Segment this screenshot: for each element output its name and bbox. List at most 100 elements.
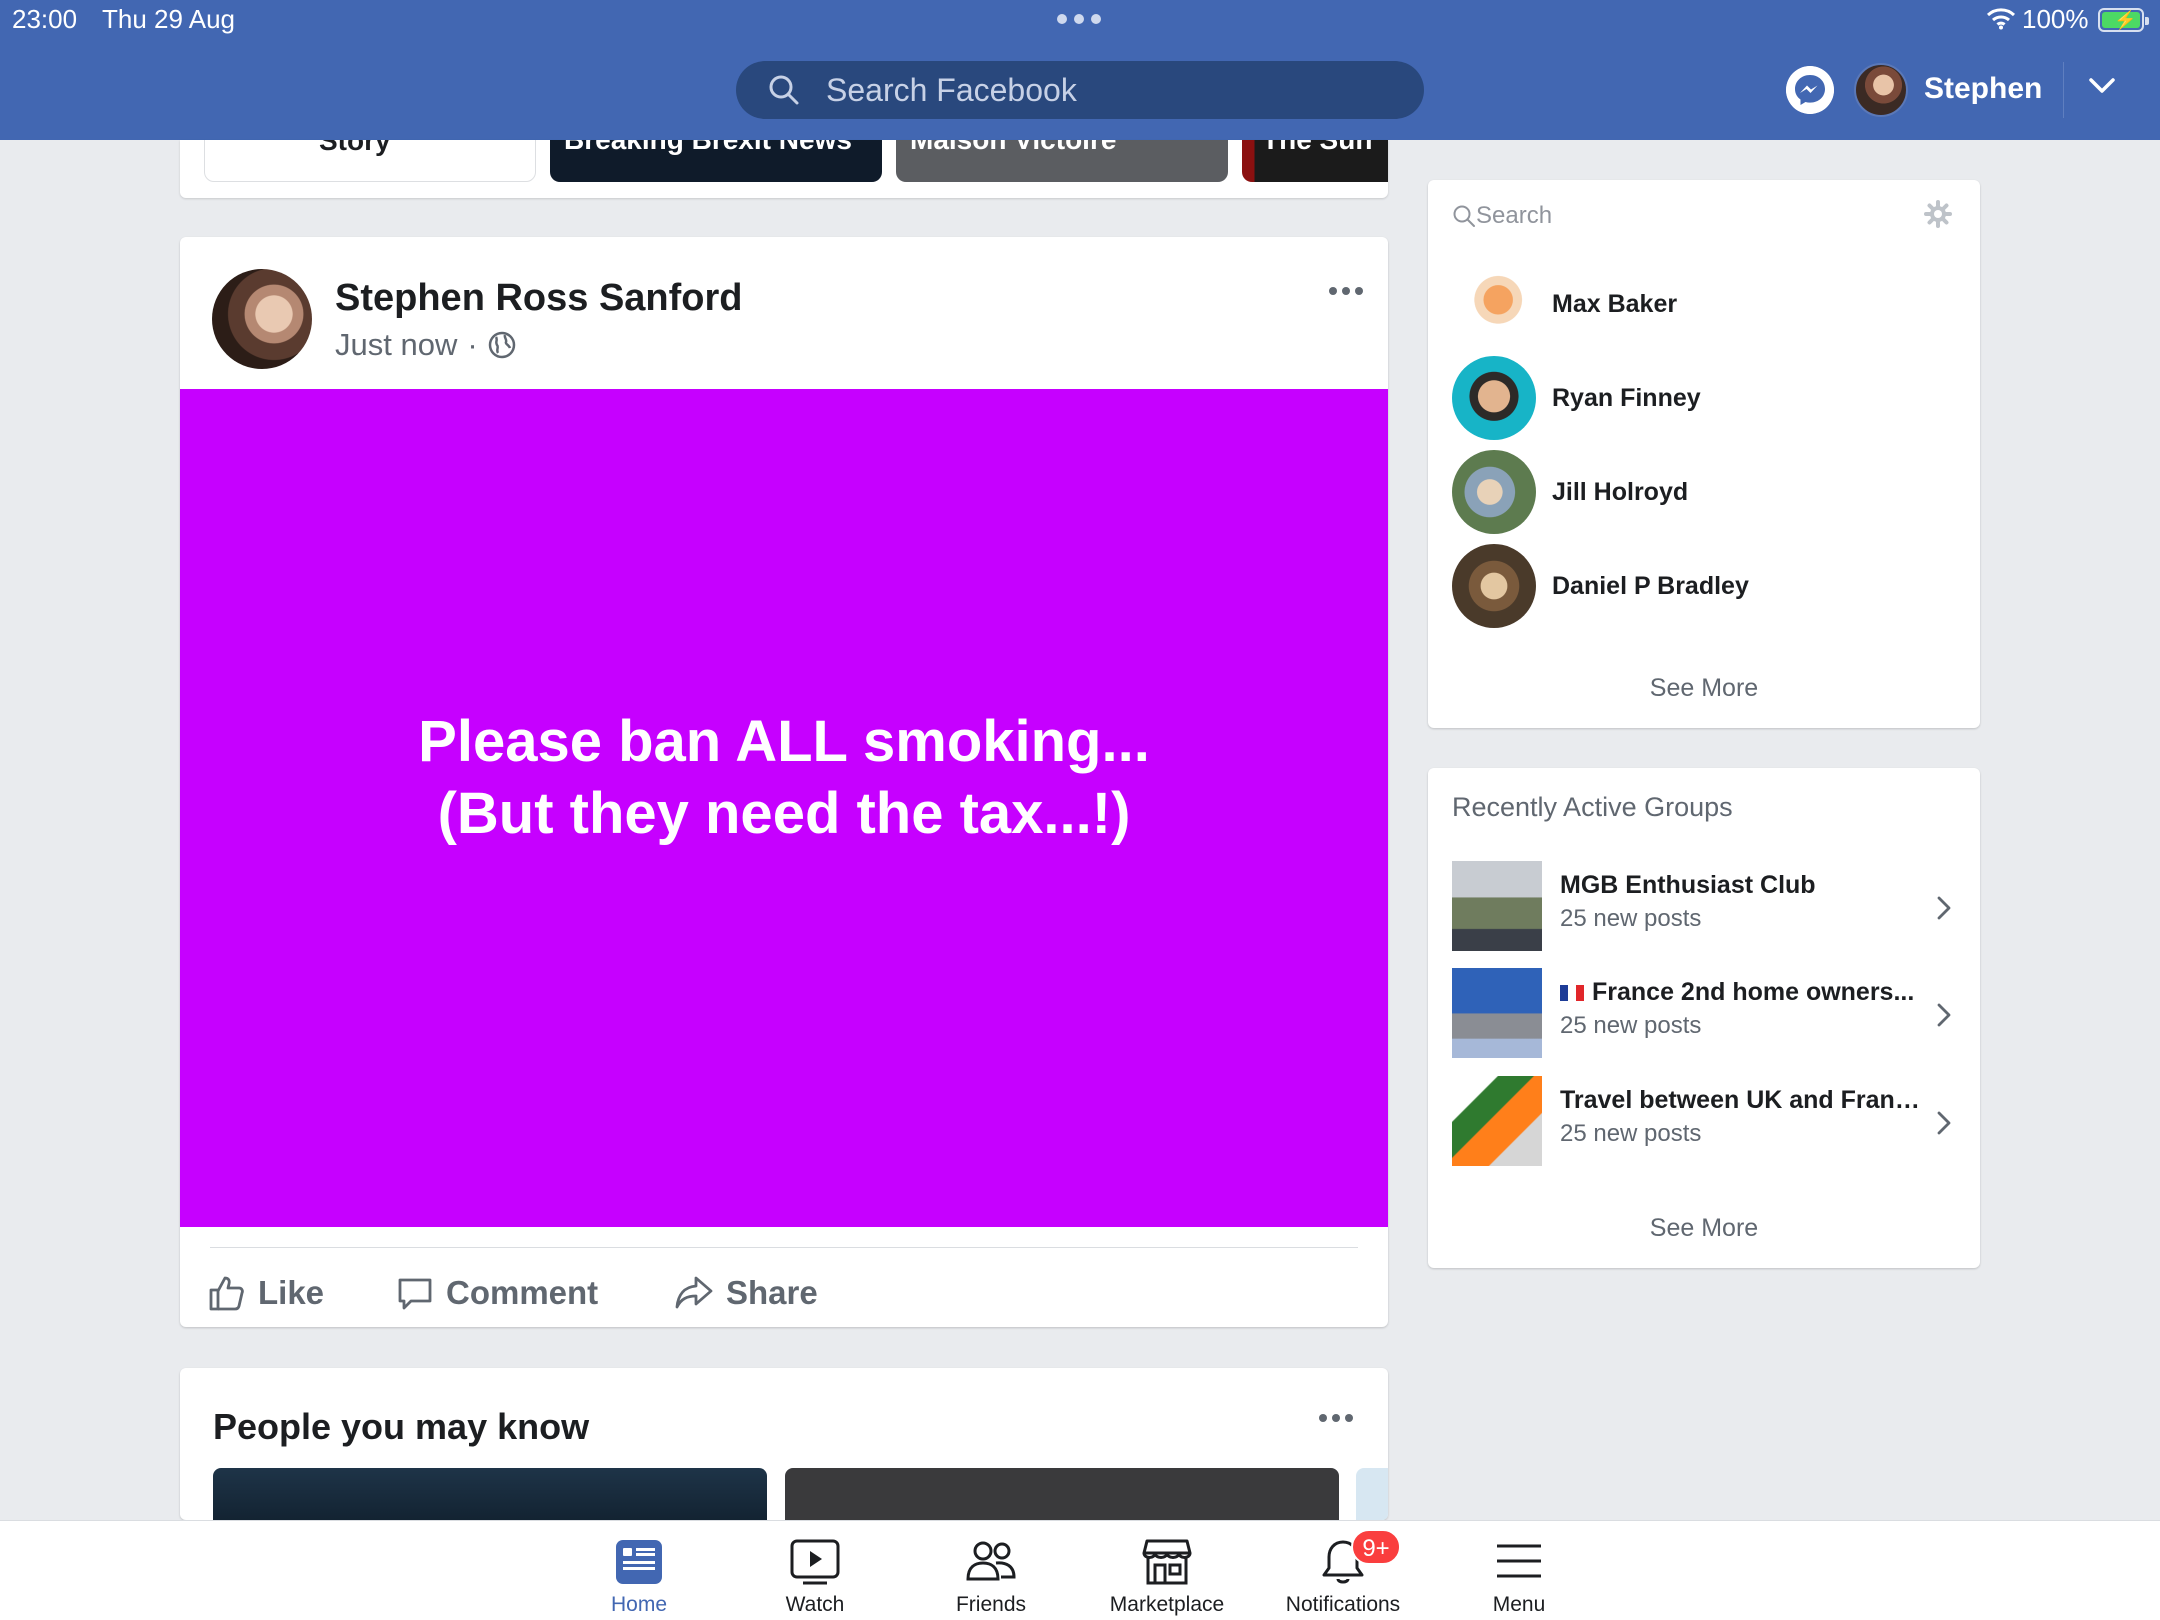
post-author-name[interactable]: Stephen Ross Sanford [335,277,743,320]
profile-name[interactable]: Stephen [1924,72,2042,106]
see-more-contacts-button[interactable]: See More [1428,674,1980,703]
divider [2063,62,2064,118]
share-button[interactable]: Share [674,1265,818,1321]
france-flag-icon [1560,985,1584,1001]
stories-tray: Story Breaking Brexit News Maison Victoi… [180,140,1388,198]
group-new-posts: 25 new posts [1560,1012,1702,1039]
pymk-suggestion-photo[interactable] [1356,1468,1388,1520]
story-card[interactable]: Breaking Brexit News [550,140,882,182]
tab-label: Menu [1492,1593,1546,1616]
thumbs-up-icon [209,1276,244,1311]
group-item[interactable]: France 2nd home owners... 25 new posts [1452,968,1962,1058]
group-item[interactable]: MGB Enthusiast Club 25 new posts [1452,861,1962,951]
tab-menu[interactable]: Menu [1439,1521,1599,1620]
multitasking-dots-icon[interactable] [1057,14,1101,24]
status-time: 23:00 [12,4,78,34]
contact-item[interactable]: Jill Holroyd [1452,450,1952,534]
story-label: Maison Victoire [910,140,1116,156]
contact-avatar [1452,544,1536,628]
story-card-add[interactable]: Story [204,140,536,182]
pymk-suggestion-photo[interactable] [785,1468,1339,1520]
chevron-right-icon [1937,1111,1951,1135]
tab-marketplace[interactable]: Marketplace [1087,1521,1247,1620]
comment-button[interactable]: Comment [396,1265,598,1321]
post-status-background[interactable]: Please ban ALL smoking... (But they need… [180,389,1388,1227]
tab-notifications[interactable]: 9+ Notifications [1263,1521,1423,1620]
post-meta-separator: · [467,327,478,362]
search-icon [769,75,799,105]
story-label: Story [319,140,391,156]
group-thumbnail [1452,861,1542,951]
group-name: MGB Enthusiast Club [1560,871,1816,899]
messenger-icon[interactable] [1786,66,1834,114]
post-card: Stephen Ross Sanford Just now · Please b… [180,237,1388,1327]
chevron-down-icon[interactable] [2088,76,2116,96]
contact-avatar [1452,450,1536,534]
home-feed-icon [616,1540,662,1584]
tab-label: Notifications [1285,1593,1401,1616]
chevron-right-icon [1937,1003,1951,1027]
group-new-posts: 25 new posts [1560,905,1702,932]
story-card[interactable]: Maison Victoire [896,140,1228,182]
contact-name: Daniel P Bradley [1552,571,1749,600]
status-date: Thu 29 Aug [102,4,235,34]
like-button[interactable]: Like [208,1265,324,1321]
gear-icon[interactable] [1924,200,1952,228]
hamburger-menu-icon [1497,1544,1541,1578]
contact-item[interactable]: Ryan Finney [1452,356,1952,440]
tab-label: Marketplace [1109,1593,1225,1616]
tab-label: Friends [955,1593,1027,1616]
tab-watch[interactable]: Watch [735,1521,895,1620]
post-meta: Just now · [335,327,516,363]
watch-video-icon [790,1539,840,1585]
people-you-may-know-card: People you may know [180,1368,1388,1520]
bottom-tab-bar: Home Watch Friends Marketplace 9+ Notifi… [0,1520,2160,1620]
search-bar[interactable] [736,61,1424,119]
contacts-panel: Max Baker Ryan Finney Jill Holroyd Danie… [1428,180,1980,728]
group-name: Travel between UK and France [1560,1086,1920,1114]
like-label: Like [258,1274,325,1311]
comment-icon [398,1278,432,1310]
group-new-posts: 25 new posts [1560,1120,1702,1147]
more-options-icon[interactable] [1328,285,1364,297]
chevron-right-icon [1937,896,1951,920]
notifications-badge: 9+ [1351,1529,1401,1565]
contact-name: Ryan Finney [1552,383,1701,412]
contacts-search-input[interactable] [1476,194,1896,238]
profile-avatar[interactable] [1854,63,1908,117]
contact-avatar [1452,356,1536,440]
share-icon [675,1276,713,1309]
top-bar: 23:00 Thu 29 Aug 100% ⚡ Stephen [0,0,2160,140]
tab-label: Watch [785,1593,845,1616]
battery-percent: 100% [2022,4,2089,34]
comment-label: Comment [446,1274,599,1311]
see-more-groups-button[interactable]: See More [1428,1214,1980,1243]
contact-name: Max Baker [1552,289,1678,318]
contact-avatar [1452,262,1536,346]
pymk-title: People you may know [213,1406,590,1447]
more-options-icon[interactable] [1318,1412,1354,1424]
recently-active-groups-panel: Recently Active Groups MGB Enthusiast Cl… [1428,768,1980,1268]
tab-home[interactable]: Home [559,1521,719,1620]
battery-icon: ⚡ [2098,8,2149,32]
share-label: Share [726,1274,818,1311]
post-time[interactable]: Just now [335,327,457,363]
marketplace-shop-icon [1142,1539,1192,1585]
globe-icon [488,331,515,359]
tab-label: Home [610,1593,668,1616]
contact-item[interactable]: Daniel P Bradley [1452,544,1952,628]
tab-friends[interactable]: Friends [911,1521,1071,1620]
group-thumbnail [1452,1076,1542,1166]
story-label: Breaking Brexit News [564,140,852,156]
divider [210,1247,1358,1248]
wifi-icon [1986,8,2016,30]
contact-name: Jill Holroyd [1552,477,1689,506]
search-input[interactable] [826,61,1406,119]
friends-icon [966,1541,1016,1581]
story-card[interactable]: The Sun [1242,140,1388,182]
group-name-text: France 2nd home owners... [1592,978,1915,1006]
group-item[interactable]: Travel between UK and France 25 new post… [1452,1076,1962,1166]
contact-item[interactable]: Max Baker [1452,262,1952,346]
pymk-suggestion-photo[interactable] [213,1468,767,1520]
post-author-avatar[interactable] [212,269,312,369]
